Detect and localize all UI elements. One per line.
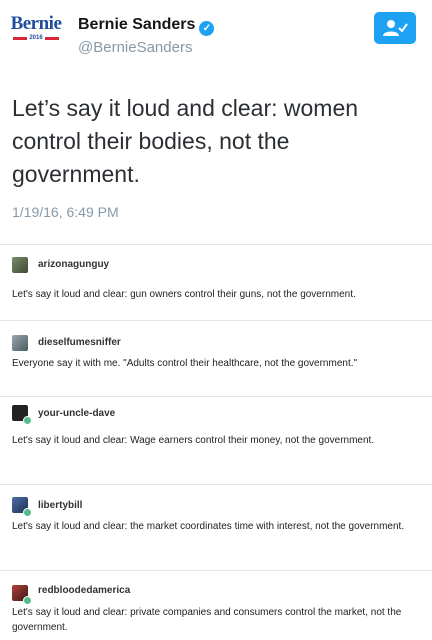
reply-item: arizonagunguy Let's say it loud and clea… [0, 244, 432, 320]
user-handle[interactable]: @BernieSanders [78, 39, 192, 56]
display-name-text: Bernie Sanders [78, 16, 196, 33]
reply-list: arizonagunguy Let's say it loud and clea… [0, 244, 432, 640]
follow-button[interactable] [374, 12, 416, 44]
reply-text: Everyone say it with me. "Adults control… [12, 358, 358, 369]
reply-username[interactable]: arizonagunguy [38, 259, 109, 270]
reply-item: your-uncle-dave Let's say it loud and cl… [0, 396, 432, 484]
reply-text: Let's say it loud and clear: the market … [12, 521, 405, 532]
reply-username[interactable]: your-uncle-dave [38, 408, 115, 419]
reply-username[interactable]: libertybill [38, 500, 82, 511]
reply-username[interactable]: redbloodedamerica [38, 585, 130, 596]
reblog-icon [23, 508, 32, 517]
tweet-timestamp[interactable]: 1/19/16, 6:49 PM [12, 204, 119, 220]
reply-avatar[interactable] [12, 257, 28, 273]
reblog-icon [23, 596, 32, 605]
logo-wordmark: Bernie [10, 13, 62, 34]
reply-item: libertybill Let's say it loud and clear:… [0, 484, 432, 570]
bernie-logo-avatar[interactable]: Bernie 2016 [8, 14, 64, 54]
reply-avatar[interactable] [12, 335, 28, 351]
tweet-card: Bernie 2016 Bernie Sanders ✓ @BernieSande… [0, 0, 432, 244]
reply-text: Let's say it loud and clear: gun owners … [12, 289, 356, 300]
display-name[interactable]: Bernie Sanders ✓ [78, 16, 215, 36]
add-user-icon [383, 20, 408, 36]
reply-text: Let's say it loud and clear: private com… [12, 607, 402, 633]
reply-username[interactable]: dieselfumesniffer [38, 337, 121, 348]
reply-item: dieselfumesniffer Everyone say it with m… [0, 320, 432, 396]
reblog-icon [23, 416, 32, 425]
tweet-text: Let’s say it loud and clear: women contr… [12, 95, 359, 187]
reply-item: redbloodedamerica Let's say it loud and … [0, 570, 432, 640]
verified-badge-icon: ✓ [199, 21, 215, 36]
reply-text: Let's say it loud and clear: Wage earner… [12, 435, 375, 446]
logo-year: 2016 [29, 35, 43, 41]
logo-stripe: 2016 [13, 35, 59, 41]
